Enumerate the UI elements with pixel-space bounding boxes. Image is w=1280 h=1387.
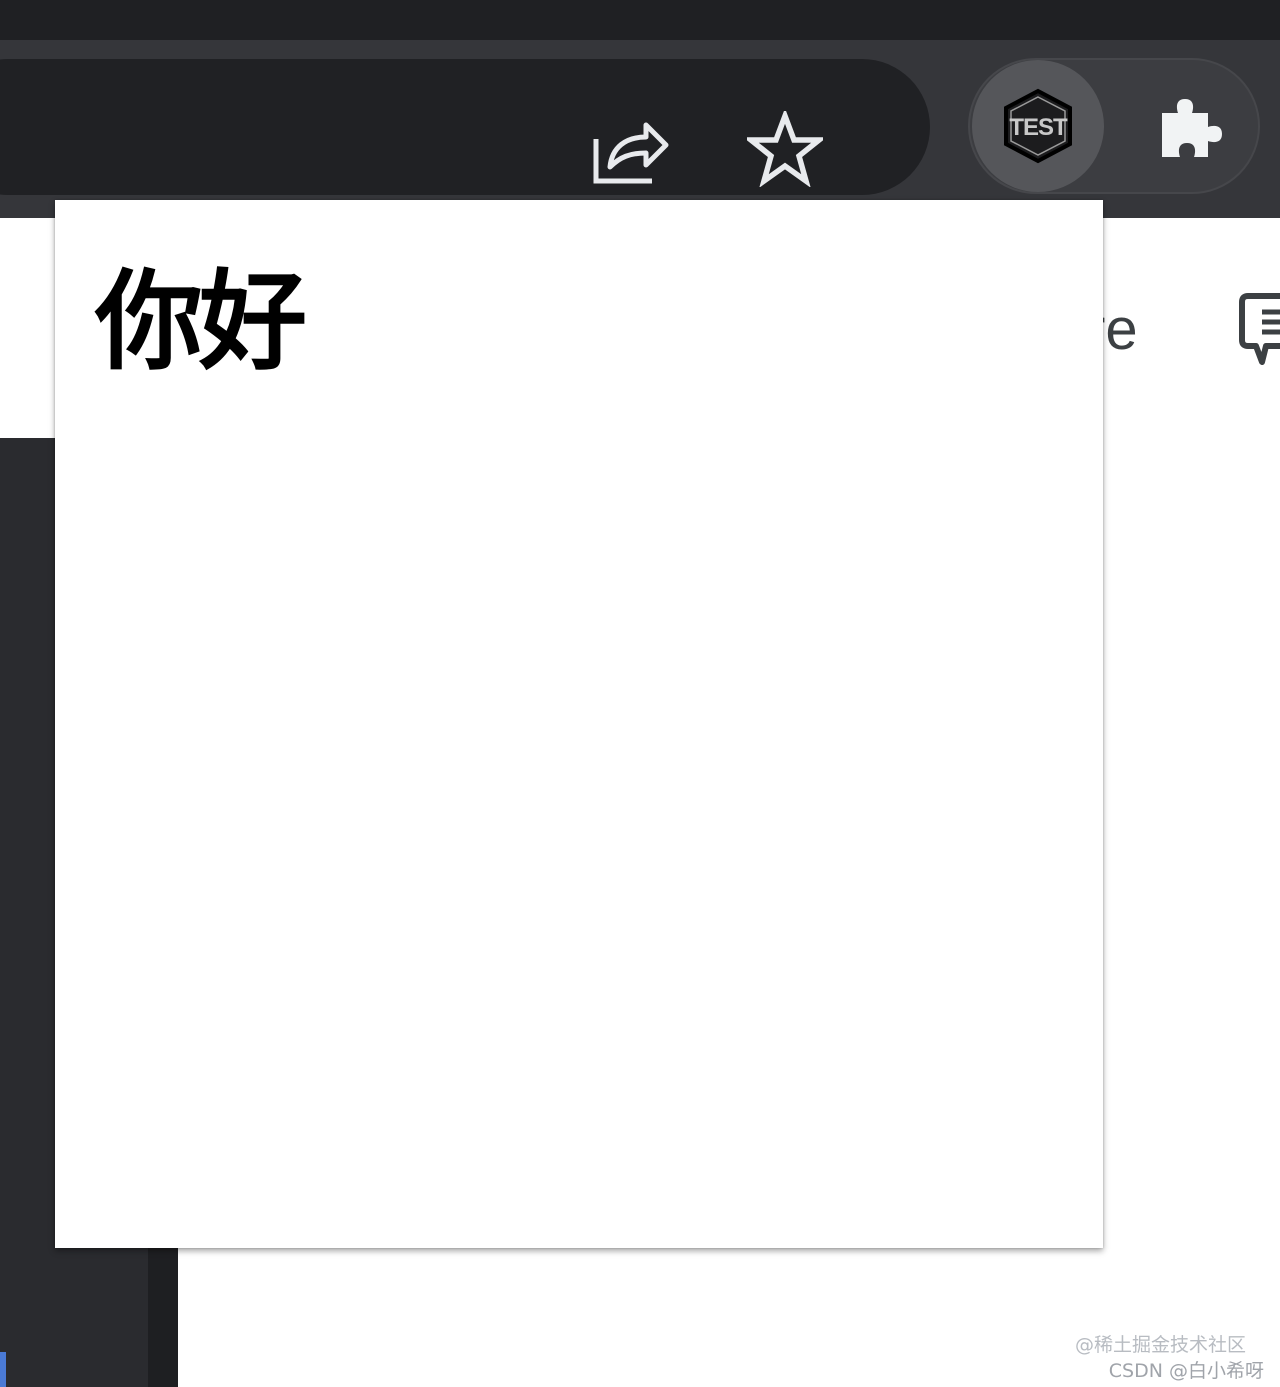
feedback-bubble-icon[interactable] — [1238, 290, 1280, 370]
page-blue-accent — [0, 1352, 6, 1387]
watermark-juejin: @稀土掘金技术社区 — [1074, 1334, 1246, 1356]
test-extension-button[interactable]: TEST — [972, 60, 1104, 192]
screenshot: TEST re 你好 @稀土掘金技术社区 CSDN @白小希呀 — [0, 0, 1280, 1387]
watermark-csdn: CSDN @白小希呀 — [1108, 1360, 1264, 1382]
test-badge-label: TEST — [1009, 114, 1068, 141]
extensions-menu-button[interactable] — [1140, 75, 1244, 179]
browser-toolbar: TEST — [0, 40, 1280, 218]
star-outline-icon — [747, 111, 823, 187]
test-hexagon-icon: TEST — [1004, 88, 1072, 164]
popup-heading: 你好 — [95, 260, 307, 385]
share-arrow-icon — [593, 122, 669, 184]
address-bar[interactable] — [0, 59, 930, 195]
puzzle-piece-icon — [1162, 99, 1222, 157]
tab-strip — [0, 0, 1280, 40]
bookmark-star-button[interactable] — [735, 104, 835, 194]
share-button[interactable] — [580, 104, 680, 194]
extension-popup: 你好 — [55, 200, 1103, 1248]
